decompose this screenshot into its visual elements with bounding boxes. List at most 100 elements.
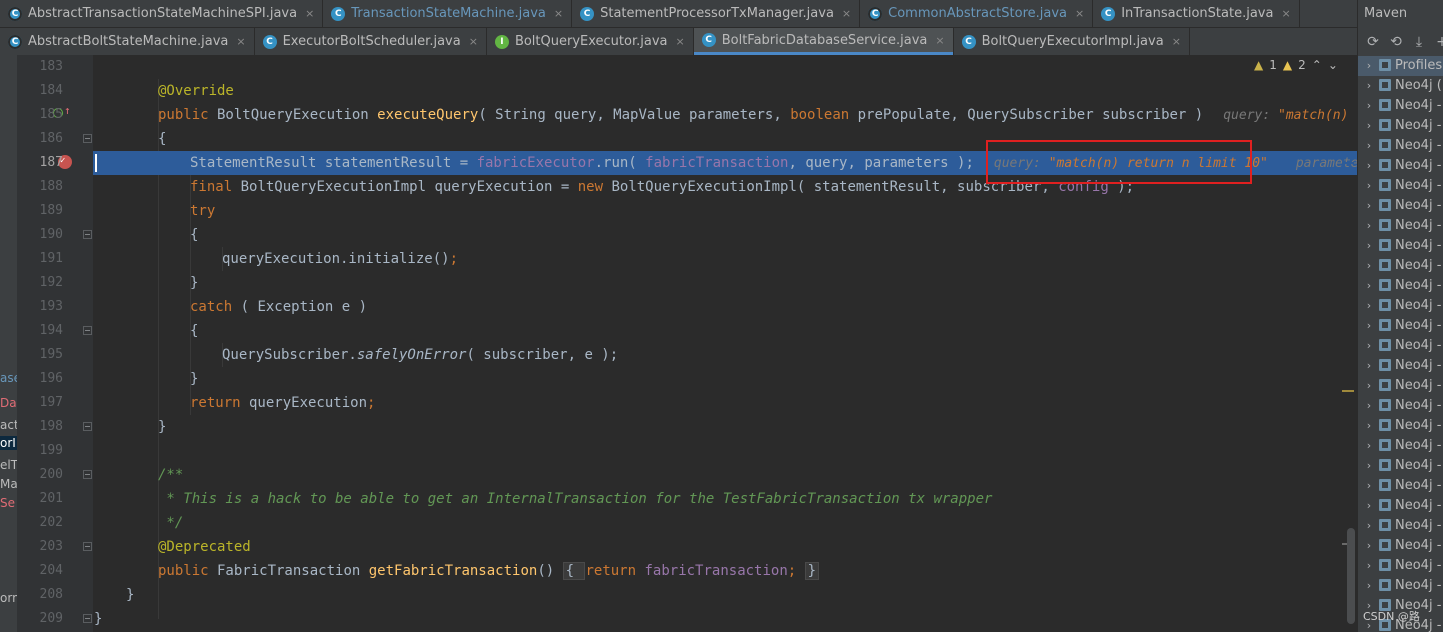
code-line[interactable]: } — [93, 583, 1357, 607]
code-line[interactable]: */ — [93, 511, 1357, 535]
chevron-right-icon[interactable]: › — [1362, 256, 1376, 276]
project-tree-item[interactable]: Da — [0, 396, 17, 410]
chevron-right-icon[interactable]: › — [1362, 96, 1376, 116]
maven-module-node[interactable]: › Neo4j - — [1358, 296, 1443, 316]
maven-module-node[interactable]: › Neo4j - — [1358, 396, 1443, 416]
chevron-right-icon[interactable]: › — [1362, 356, 1376, 376]
maven-module-node[interactable]: › Neo4j - — [1358, 516, 1443, 536]
code-line[interactable]: queryExecution.initialize(); — [93, 247, 1357, 271]
chevron-right-icon[interactable]: › — [1362, 396, 1376, 416]
chevron-right-icon[interactable]: › — [1362, 196, 1376, 216]
editor-gutter[interactable]: ↑ ✓ 183 184 185 186 187 188 189 190 191 192 193 194… — [17, 55, 93, 632]
code-line[interactable]: { — [93, 223, 1357, 247]
row1-tab-5[interactable]: C InTransactionState.java × — [1093, 0, 1298, 27]
maven-module-node[interactable]: › Neo4j - — [1358, 436, 1443, 456]
project-tree-item[interactable]: orI — [0, 436, 17, 450]
row2-tab-3[interactable]: I BoltQueryExecutor.java × — [487, 28, 693, 55]
maven-module-node[interactable]: › Neo4j - — [1358, 476, 1443, 496]
next-highlight-icon[interactable]: ⌄ — [1328, 58, 1338, 72]
fold-marker-icon[interactable] — [83, 134, 92, 143]
chevron-right-icon[interactable]: › — [1362, 116, 1376, 136]
close-tab-icon[interactable]: × — [305, 7, 314, 20]
chevron-right-icon[interactable]: › — [1362, 236, 1376, 256]
maven-profiles-node[interactable]: › Profiles — [1358, 56, 1443, 76]
chevron-right-icon[interactable]: › — [1362, 456, 1376, 476]
row1-tab-2[interactable]: C TransactionStateMachine.java × — [323, 0, 571, 27]
code-line[interactable]: public BoltQueryExecution executeQuery( … — [93, 103, 1357, 127]
code-line[interactable]: try — [93, 199, 1357, 223]
chevron-right-icon[interactable]: › — [1362, 56, 1376, 76]
row2-tab-2[interactable]: C ExecutorBoltScheduler.java × — [255, 28, 486, 55]
code-line[interactable]: } — [93, 607, 1357, 631]
close-tab-icon[interactable]: × — [469, 35, 478, 48]
chevron-right-icon[interactable]: › — [1362, 176, 1376, 196]
project-tree-item[interactable]: elT — [0, 458, 17, 472]
code-line[interactable]: { — [93, 319, 1357, 343]
maven-module-node[interactable]: › Neo4j - — [1358, 356, 1443, 376]
chevron-right-icon[interactable]: › — [1362, 436, 1376, 456]
close-tab-icon[interactable]: × — [1075, 7, 1084, 20]
close-tab-icon[interactable]: × — [935, 34, 944, 47]
chevron-right-icon[interactable]: › — [1362, 316, 1376, 336]
code-line[interactable]: catch ( Exception e ) — [93, 295, 1357, 319]
maven-module-node[interactable]: › Neo4j - — [1358, 376, 1443, 396]
maven-module-node[interactable]: › Neo4j - — [1358, 136, 1443, 156]
previous-highlight-icon[interactable]: ⌃ — [1312, 58, 1322, 72]
chevron-right-icon[interactable]: › — [1362, 376, 1376, 396]
chevron-right-icon[interactable]: › — [1362, 276, 1376, 296]
maven-module-node[interactable]: › Neo4j - — [1358, 556, 1443, 576]
close-tab-icon[interactable]: × — [1281, 7, 1290, 20]
row1-tab-1[interactable]: C AbstractTransactionStateMachineSPI.java… — [0, 0, 322, 27]
code-line[interactable]: QuerySubscriber.safelyOnError( subscribe… — [93, 343, 1357, 367]
code-line[interactable]: public FabricTransaction getFabricTransa… — [93, 559, 1357, 583]
row1-tab-3[interactable]: C StatementProcessorTxManager.java × — [572, 0, 859, 27]
close-tab-icon[interactable]: × — [1172, 35, 1181, 48]
chevron-right-icon[interactable]: › — [1362, 156, 1376, 176]
fold-marker-icon[interactable] — [83, 326, 92, 335]
maven-module-node[interactable]: › Neo4j - — [1358, 496, 1443, 516]
maven-module-node[interactable]: › Neo4j - — [1358, 236, 1443, 256]
close-tab-icon[interactable]: × — [554, 7, 563, 20]
project-tree-item[interactable]: Ma — [0, 477, 17, 491]
editor-scrollbar-thumb[interactable] — [1347, 528, 1355, 624]
maven-module-node[interactable]: › Neo4j - — [1358, 456, 1443, 476]
project-tree-item[interactable]: Se — [0, 496, 17, 510]
maven-module-node[interactable]: › Neo4j - — [1358, 256, 1443, 276]
chevron-right-icon[interactable]: › — [1362, 416, 1376, 436]
chevron-right-icon[interactable]: › — [1362, 476, 1376, 496]
generate-sources-icon[interactable]: ⟲ — [1388, 34, 1404, 50]
maven-module-node[interactable]: › Neo4j - — [1358, 176, 1443, 196]
fold-marker-icon[interactable] — [83, 470, 92, 479]
chevron-right-icon[interactable]: › — [1362, 536, 1376, 556]
fold-marker-icon[interactable] — [83, 542, 92, 551]
maven-module-node[interactable]: › Neo4j - — [1358, 536, 1443, 556]
code-line[interactable]: } — [93, 415, 1357, 439]
chevron-right-icon[interactable]: › — [1362, 576, 1376, 596]
maven-module-node[interactable]: › Neo4j - — [1358, 116, 1443, 136]
fold-marker-icon[interactable] — [83, 422, 92, 431]
maven-module-node[interactable]: › Neo4j - — [1358, 196, 1443, 216]
row2-tab-1[interactable]: C AbstractBoltStateMachine.java × — [0, 28, 254, 55]
close-tab-icon[interactable]: × — [842, 7, 851, 20]
chevron-right-icon[interactable]: › — [1362, 296, 1376, 316]
chevron-right-icon[interactable]: › — [1362, 216, 1376, 236]
fold-marker-icon[interactable] — [83, 230, 92, 239]
code-line[interactable]: } — [93, 367, 1357, 391]
reload-icon[interactable]: ⟳ — [1365, 34, 1381, 50]
chevron-right-icon[interactable]: › — [1362, 136, 1376, 156]
chevron-right-icon[interactable]: › — [1362, 496, 1376, 516]
add-icon[interactable]: + — [1434, 34, 1443, 50]
chevron-right-icon[interactable]: › — [1362, 336, 1376, 356]
maven-module-node[interactable]: › Neo4j ( — [1358, 76, 1443, 96]
row2-tab-5[interactable]: C BoltQueryExecutorImpl.java × — [954, 28, 1189, 55]
project-tree-item[interactable]: acti — [0, 418, 17, 432]
code-line[interactable]: @Deprecated — [93, 535, 1357, 559]
maven-module-node[interactable]: › Neo4j - — [1358, 316, 1443, 336]
close-tab-icon[interactable]: × — [676, 35, 685, 48]
code-line[interactable]: return queryExecution; — [93, 391, 1357, 415]
project-tree-item[interactable]: ase — [0, 371, 17, 385]
fold-marker-icon[interactable] — [83, 614, 92, 623]
code-line[interactable]: } — [93, 271, 1357, 295]
row1-tab-4[interactable]: C CommonAbstractStore.java × — [860, 0, 1092, 27]
maven-module-node[interactable]: › Neo4j - — [1358, 216, 1443, 236]
